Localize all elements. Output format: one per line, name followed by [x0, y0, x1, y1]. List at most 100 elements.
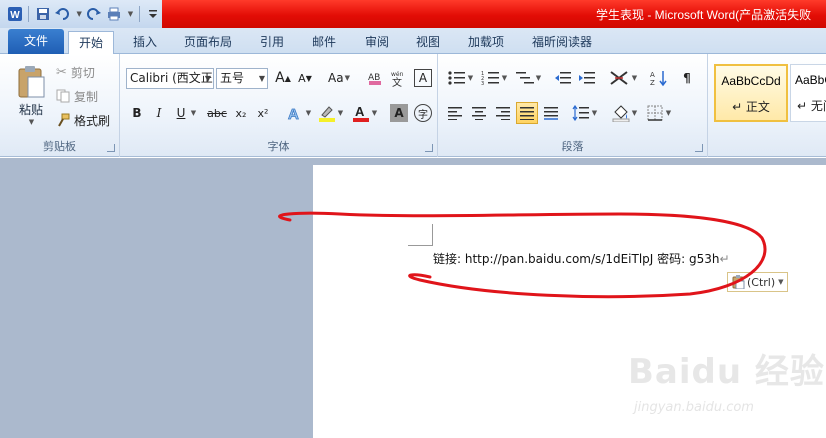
borders-dropdown-icon[interactable]: ▼: [664, 104, 672, 122]
shrink-font-icon[interactable]: A ▼: [296, 69, 314, 87]
scissors-icon: ✂: [56, 64, 67, 80]
tab-references[interactable]: 引用: [250, 31, 294, 54]
undo-icon[interactable]: [55, 5, 72, 23]
font-color-icon[interactable]: A: [352, 104, 370, 122]
italic-icon[interactable]: I: [150, 104, 168, 122]
svg-text:Z: Z: [650, 79, 655, 87]
borders-icon[interactable]: [646, 104, 664, 122]
style-normal[interactable]: AaBbCcDd ↵ 正文: [714, 64, 788, 122]
subscript-icon[interactable]: x₂: [232, 104, 250, 122]
phonetic-guide-icon[interactable]: wén 文: [390, 69, 408, 87]
paste-label: 粘贴: [18, 102, 43, 117]
shading-dropdown-icon[interactable]: ▼: [630, 104, 638, 122]
change-case-icon[interactable]: Aa ▼: [326, 69, 352, 87]
strikethrough-icon[interactable]: abc: [206, 104, 228, 122]
redo-icon[interactable]: [85, 5, 102, 23]
document-text-line[interactable]: 链接: http://pan.baidu.com/s/1dEiTlpJ 密码: …: [433, 250, 730, 267]
style-sample: AaBbCcDd: [721, 74, 781, 88]
numbering-icon[interactable]: 123: [480, 69, 502, 87]
text-effects-dropdown-icon[interactable]: ▼: [304, 104, 312, 122]
paste-options-label: (Ctrl): [747, 275, 776, 289]
character-shading-icon[interactable]: A: [390, 104, 408, 122]
format-painter-button[interactable]: 格式刷: [56, 110, 110, 130]
quick-access-toolbar: W ▼ ▼: [0, 0, 162, 28]
paragraph-dialog-launcher-icon[interactable]: [695, 144, 703, 152]
copy-button[interactable]: 复制: [56, 86, 98, 106]
tab-view[interactable]: 视图: [406, 31, 450, 54]
decrease-indent-icon[interactable]: [554, 69, 572, 87]
styles-group: AaBbCcDd ↵ 正文 AaBbC ↵ 无间: [708, 54, 826, 157]
clipboard-group: 粘贴 ▼ ✂ 剪切 复制 格式刷 剪贴板: [0, 54, 120, 157]
align-right-icon[interactable]: [494, 104, 512, 122]
svg-text:A: A: [355, 104, 365, 119]
numbering-dropdown-icon[interactable]: ▼: [500, 69, 508, 87]
style-name: ↵ 无间: [797, 99, 826, 113]
print-icon[interactable]: [106, 5, 123, 23]
line-spacing-icon[interactable]: [572, 104, 590, 122]
superscript-icon[interactable]: x²: [254, 104, 272, 122]
font-size-combo[interactable]: 五号 ▼: [216, 68, 268, 89]
svg-text:W: W: [10, 10, 20, 21]
tab-mailings[interactable]: 邮件: [302, 31, 346, 54]
chevron-down-icon: ▼: [204, 74, 211, 83]
qat-separator: [138, 6, 140, 22]
highlight-dropdown-icon[interactable]: ▼: [336, 104, 344, 122]
bullets-dropdown-icon[interactable]: ▼: [466, 69, 474, 87]
align-center-icon[interactable]: [470, 104, 488, 122]
paste-dropdown-icon: ▼: [28, 117, 35, 126]
cut-label: 剪切: [70, 65, 95, 80]
clipboard-dialog-launcher-icon[interactable]: [107, 144, 115, 152]
tab-review[interactable]: 审阅: [355, 31, 399, 54]
paste-options-button[interactable]: (Ctrl) ▼: [727, 272, 788, 292]
style-no-spacing[interactable]: AaBbC ↵ 无间: [790, 64, 826, 122]
line-spacing-dropdown-icon[interactable]: ▼: [590, 104, 598, 122]
clipboard-group-label: 剪贴板: [43, 140, 76, 153]
font-group-label: 字体: [267, 140, 290, 153]
tab-file[interactable]: 文件: [8, 29, 64, 54]
chinese-layout-dropdown-icon[interactable]: ▼: [630, 69, 638, 87]
align-left-icon[interactable]: [446, 104, 464, 122]
tab-page-layout[interactable]: 页面布局: [174, 31, 242, 54]
paste-button[interactable]: 粘贴 ▼: [10, 60, 52, 130]
watermark-url: jingyan.baidu.com: [634, 400, 754, 415]
tab-home[interactable]: 开始: [68, 31, 115, 55]
clear-formatting-icon[interactable]: AB: [366, 69, 384, 87]
multilevel-list-icon[interactable]: [514, 69, 536, 87]
bold-icon[interactable]: B: [128, 104, 146, 122]
font-size-value: 五号: [220, 71, 245, 85]
undo-dropdown-icon[interactable]: ▼: [75, 5, 83, 23]
save-icon[interactable]: [34, 5, 51, 23]
highlight-icon[interactable]: [318, 104, 336, 122]
format-painter-label: 格式刷: [74, 113, 111, 128]
tab-insert[interactable]: 插入: [123, 31, 167, 54]
sort-icon[interactable]: AZ: [650, 69, 668, 87]
font-name-combo[interactable]: Calibri (西文正 ▼: [126, 68, 214, 89]
font-dialog-launcher-icon[interactable]: [425, 144, 433, 152]
chinese-layout-icon[interactable]: [608, 69, 630, 87]
word-app-icon[interactable]: W: [6, 5, 23, 23]
multilevel-list-dropdown-icon[interactable]: ▼: [534, 69, 542, 87]
clipboard-icon: [732, 275, 745, 289]
style-sample: AaBbC: [795, 73, 826, 87]
show-hide-marks-icon[interactable]: ¶: [678, 69, 696, 87]
shading-icon[interactable]: [612, 104, 630, 122]
bullets-icon[interactable]: [446, 69, 468, 87]
font-color-dropdown-icon[interactable]: ▼: [370, 104, 378, 122]
distributed-icon[interactable]: [542, 104, 560, 122]
underline-dropdown-icon[interactable]: ▼: [188, 104, 198, 122]
increase-indent-icon[interactable]: [578, 69, 596, 87]
svg-text:3: 3: [481, 81, 484, 86]
character-border-icon[interactable]: A: [414, 69, 432, 87]
cut-button[interactable]: ✂ 剪切: [56, 62, 95, 82]
page-margin-corner-mark: [408, 224, 433, 246]
style-name: ↵ 正文: [732, 100, 770, 114]
grow-font-icon[interactable]: A ▲: [274, 69, 292, 87]
enclose-characters-icon[interactable]: 字: [414, 104, 432, 122]
tab-foxit-reader[interactable]: 福昕阅读器: [522, 31, 602, 54]
tab-addins[interactable]: 加载项: [458, 31, 514, 54]
text-effects-icon[interactable]: A: [286, 104, 304, 122]
print-dropdown-icon[interactable]: ▼: [126, 5, 134, 23]
copy-icon: [56, 89, 70, 103]
customize-icon[interactable]: [145, 5, 162, 23]
justify-icon[interactable]: [516, 102, 538, 124]
